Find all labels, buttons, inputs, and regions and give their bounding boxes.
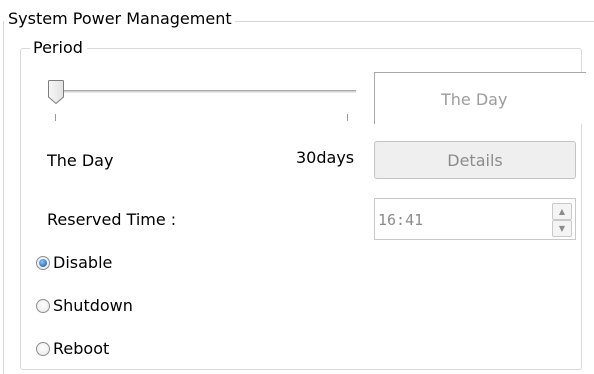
- radio-reboot-label: Reboot: [53, 339, 110, 358]
- slider-min-label: The Day: [47, 151, 114, 170]
- period-value-text: The Day: [441, 90, 508, 109]
- details-button[interactable]: Details: [374, 141, 576, 179]
- radio-shutdown[interactable]: Shutdown: [36, 295, 133, 317]
- radio-disable[interactable]: Disable: [36, 252, 112, 274]
- spin-up-button[interactable]: ▲: [552, 203, 572, 220]
- period-slider-thumb[interactable]: [47, 79, 65, 105]
- reserved-time-label: Reserved Time :: [47, 210, 177, 229]
- radio-selected-icon[interactable]: [36, 256, 50, 270]
- radio-disable-label: Disable: [53, 253, 113, 272]
- reserved-time-value: 16:41: [378, 211, 424, 229]
- group-title: System Power Management: [4, 9, 235, 29]
- details-button-label: Details: [447, 150, 503, 170]
- slider-max-label: 30days: [296, 148, 355, 167]
- spin-up-icon: ▲: [558, 207, 566, 216]
- radio-unselected-icon[interactable]: [36, 342, 50, 356]
- period-slider-track[interactable]: [54, 90, 356, 93]
- period-group-title: Period: [30, 38, 87, 58]
- radio-unselected-icon[interactable]: [36, 299, 50, 313]
- radio-reboot[interactable]: Reboot: [36, 338, 109, 360]
- spin-down-button[interactable]: ▼: [552, 220, 572, 237]
- slider-tick-min: [55, 114, 56, 121]
- slider-tick-max: [347, 114, 348, 121]
- period-value-field: The Day: [374, 72, 586, 124]
- radio-shutdown-label: Shutdown: [53, 296, 133, 315]
- spin-down-icon: ▼: [558, 224, 566, 233]
- outer-group-border-left: [3, 21, 4, 374]
